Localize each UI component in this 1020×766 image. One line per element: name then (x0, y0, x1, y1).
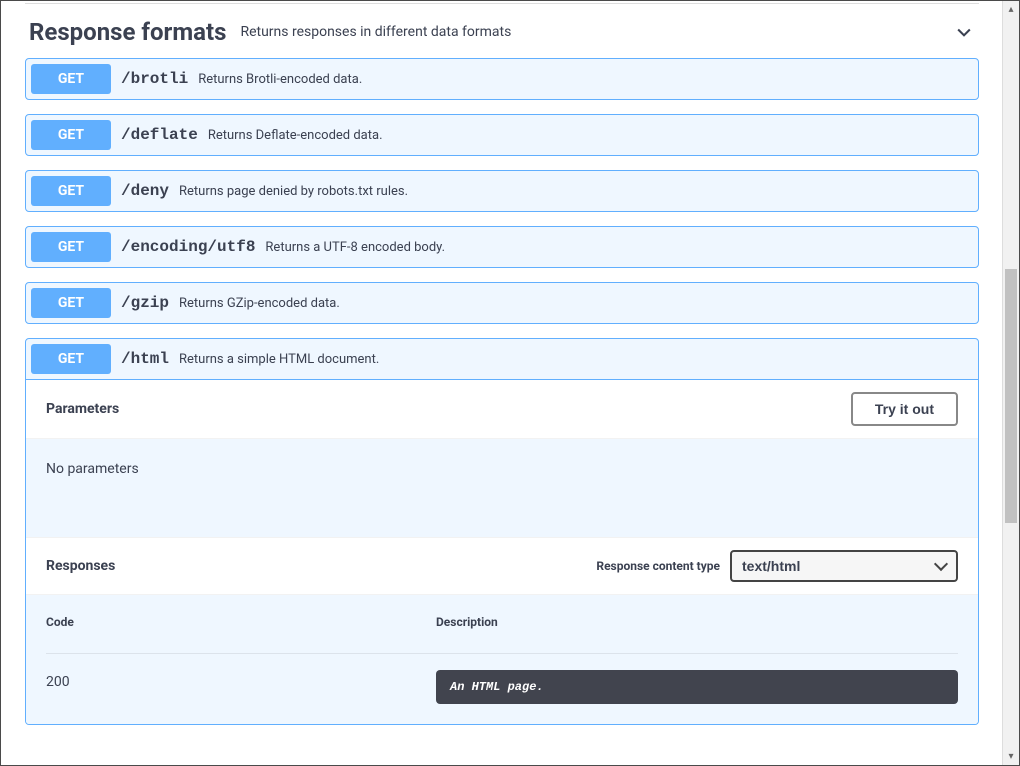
method-badge: GET (31, 344, 111, 374)
responses-body: Code 200 Description An HTML page. (26, 595, 978, 724)
responses-header: Responses Response content type text/htm… (26, 537, 978, 595)
parameters-label: Parameters (46, 401, 851, 417)
response-code: 200 (46, 670, 436, 690)
method-badge: GET (31, 176, 111, 206)
endpoint-encoding-utf8[interactable]: GET /encoding/utf8 Returns a UTF-8 encod… (25, 226, 979, 268)
section-divider (25, 3, 979, 4)
parameters-header: Parameters Try it out (26, 380, 978, 439)
endpoint-path: /gzip (121, 294, 169, 312)
endpoint-gzip[interactable]: GET /gzip Returns GZip-encoded data. (25, 282, 979, 324)
response-description: An HTML page. (436, 670, 958, 704)
try-it-out-button[interactable]: Try it out (851, 392, 958, 426)
endpoint-html-summary[interactable]: GET /html Returns a simple HTML document… (26, 339, 978, 380)
responses-label: Responses (46, 558, 596, 574)
endpoint-path: /html (121, 350, 169, 368)
code-column-header: Code (46, 615, 436, 654)
method-badge: GET (31, 288, 111, 318)
scrollbar-thumb[interactable] (1005, 269, 1017, 523)
method-badge: GET (31, 120, 111, 150)
endpoint-path: /brotli (121, 70, 188, 88)
method-badge: GET (31, 64, 111, 94)
endpoint-path: /deflate (121, 126, 198, 144)
section-description: Returns responses in different data form… (240, 24, 953, 40)
description-column-header: Description (436, 615, 958, 654)
section-header[interactable]: Response formats Returns responses in di… (25, 8, 979, 58)
endpoint-path: /encoding/utf8 (121, 238, 255, 256)
endpoint-description: Returns Brotli-encoded data. (198, 72, 362, 87)
scroll-up-icon[interactable]: ▴ (1003, 1, 1019, 18)
endpoint-description: Returns GZip-encoded data. (179, 296, 340, 311)
method-badge: GET (31, 232, 111, 262)
vertical-scrollbar[interactable]: ▴ ▾ (1002, 1, 1019, 765)
endpoint-html: GET /html Returns a simple HTML document… (25, 338, 979, 725)
endpoint-deny[interactable]: GET /deny Returns page denied by robots.… (25, 170, 979, 212)
endpoint-description: Returns page denied by robots.txt rules. (179, 184, 408, 199)
endpoint-description: Returns a simple HTML document. (179, 352, 379, 367)
section-title: Response formats (29, 18, 226, 46)
content-type-select[interactable]: text/html (730, 550, 958, 582)
endpoint-description: Returns a UTF-8 encoded body. (265, 240, 445, 255)
endpoint-brotli[interactable]: GET /brotli Returns Brotli-encoded data. (25, 58, 979, 100)
endpoint-description: Returns Deflate-encoded data. (208, 128, 383, 143)
endpoint-deflate[interactable]: GET /deflate Returns Deflate-encoded dat… (25, 114, 979, 156)
content-type-label: Response content type (596, 559, 720, 573)
scroll-down-icon[interactable]: ▾ (1003, 748, 1019, 765)
chevron-down-icon (953, 21, 975, 43)
endpoint-path: /deny (121, 182, 169, 200)
no-parameters-text: No parameters (26, 439, 978, 537)
